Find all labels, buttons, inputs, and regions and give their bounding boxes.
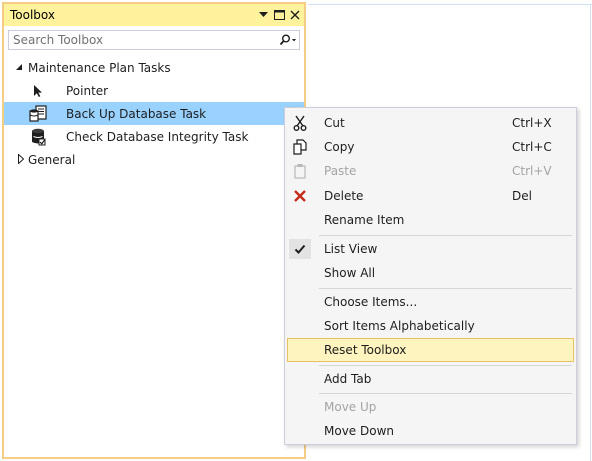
menu-shortcut: Ctrl+C	[512, 140, 552, 154]
group-label: Maintenance Plan Tasks	[28, 60, 171, 75]
copy-icon	[287, 135, 313, 159]
group-label: General	[28, 152, 76, 167]
item-label: Back Up Database Task	[66, 106, 207, 121]
scissors-icon	[287, 111, 313, 135]
menu-item-reset-toolbox[interactable]: Reset Toolbox	[287, 338, 574, 362]
check-database-icon	[28, 127, 48, 147]
checkmark-icon	[287, 237, 313, 261]
menu-item-copy[interactable]: Copy Ctrl+C	[287, 135, 574, 159]
menu-item-show-all[interactable]: Show All	[287, 261, 574, 285]
toolbox-title-bar[interactable]: Toolbox	[4, 4, 304, 26]
menu-shortcut: Del	[512, 189, 532, 203]
close-icon[interactable]	[288, 7, 302, 23]
maximize-icon[interactable]	[272, 7, 286, 23]
search-toolbox-box	[8, 30, 300, 50]
group-general[interactable]: General	[4, 148, 304, 171]
menu-label: Show All	[324, 266, 376, 280]
context-menu: Cut Ctrl+X Copy Ctrl+C Paste Ctrl+V Dele…	[284, 107, 577, 445]
menu-separator	[319, 393, 572, 394]
document-right-border	[590, 4, 591, 461]
menu-label: Choose Items...	[324, 295, 418, 309]
paste-icon	[287, 159, 313, 183]
window-position-dropdown-icon[interactable]	[256, 7, 270, 23]
search-icon[interactable]	[277, 34, 299, 46]
group-maintenance-plan-tasks[interactable]: Maintenance Plan Tasks	[4, 56, 304, 79]
menu-label: Add Tab	[324, 372, 372, 386]
menu-separator	[319, 288, 572, 289]
menu-label: Delete	[324, 189, 364, 203]
search-input[interactable]	[9, 31, 277, 49]
menu-separator	[319, 365, 572, 366]
menu-label: Move Down	[324, 424, 394, 438]
item-label: Check Database Integrity Task	[66, 129, 249, 144]
menu-shortcut: Ctrl+V	[512, 164, 552, 178]
menu-label: Copy	[324, 140, 355, 154]
collapsed-triangle-icon[interactable]	[16, 153, 26, 165]
item-label: Pointer	[66, 83, 109, 98]
menu-item-sort-items-alphabetically[interactable]: Sort Items Alphabetically	[287, 314, 574, 338]
menu-item-move-up[interactable]: Move Up	[287, 395, 574, 419]
toolbox-panel: Toolbox Maintenance Plan Tasks	[2, 2, 306, 459]
menu-item-move-down[interactable]: Move Down	[287, 419, 574, 443]
menu-item-cut[interactable]: Cut Ctrl+X	[287, 111, 574, 135]
menu-item-add-tab[interactable]: Add Tab	[287, 367, 574, 391]
menu-label: Reset Toolbox	[324, 343, 407, 357]
menu-label: Rename Item	[324, 213, 405, 227]
toolbox-item-check-database-integrity-task[interactable]: Check Database Integrity Task	[4, 125, 304, 148]
menu-label: Paste	[324, 164, 357, 178]
menu-label: Cut	[324, 116, 345, 130]
delete-icon	[287, 184, 313, 208]
menu-item-choose-items[interactable]: Choose Items...	[287, 290, 574, 314]
expanded-triangle-icon[interactable]	[14, 61, 24, 73]
menu-item-list-view[interactable]: List View	[287, 237, 574, 261]
backup-database-icon	[28, 104, 48, 124]
menu-item-paste[interactable]: Paste Ctrl+V	[287, 159, 574, 183]
menu-label: Move Up	[324, 400, 377, 414]
menu-item-rename-item[interactable]: Rename Item	[287, 208, 574, 232]
menu-label: Sort Items Alphabetically	[324, 319, 475, 333]
toolbox-item-pointer[interactable]: Pointer	[4, 79, 304, 102]
menu-label: List View	[324, 242, 378, 256]
document-top-border	[308, 4, 592, 5]
toolbox-title: Toolbox	[10, 8, 55, 22]
toolbox-item-back-up-database-task[interactable]: Back Up Database Task	[4, 102, 304, 125]
pointer-icon	[28, 81, 48, 101]
menu-shortcut: Ctrl+X	[512, 116, 552, 130]
menu-item-delete[interactable]: Delete Del	[287, 184, 574, 208]
menu-separator	[319, 235, 572, 236]
